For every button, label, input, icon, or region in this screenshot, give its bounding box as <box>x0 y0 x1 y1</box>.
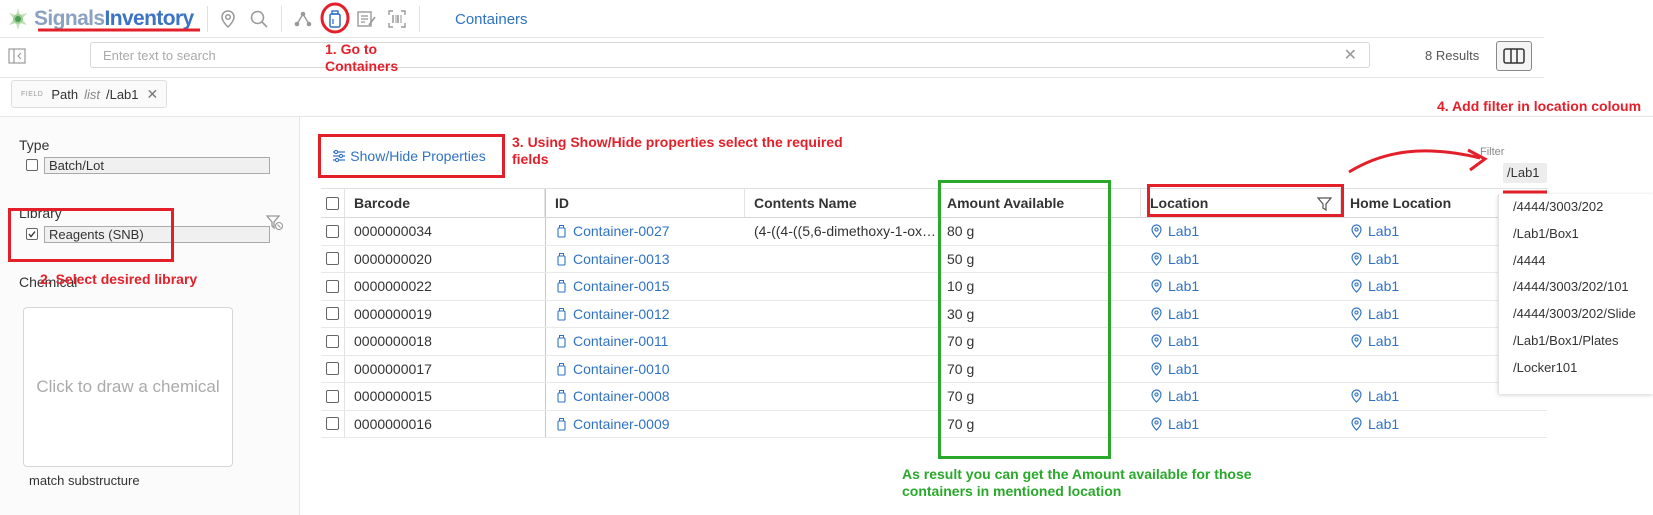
annotation-step2: 2. Select desired library <box>40 271 198 287</box>
filter-arrow-head <box>1467 148 1488 172</box>
show-hide-highlight-box <box>318 134 505 178</box>
annotation-result: As result you can get the Amount availab… <box>902 466 1252 499</box>
annotation-step4: 4. Add filter in location coloum <box>1437 98 1642 114</box>
location-header-highlight-box <box>1147 184 1344 217</box>
annotation-step1: 1. Go to Containers <box>325 41 399 74</box>
annotation-step3: 3. Using Show/Hide properties select the… <box>512 134 843 167</box>
amount-column-highlight-box <box>938 180 1111 459</box>
library-highlight-box <box>8 208 174 262</box>
annotation-overlay <box>38 2 1547 194</box>
filter-arrow <box>1348 149 1481 174</box>
containers-circle <box>320 2 350 34</box>
